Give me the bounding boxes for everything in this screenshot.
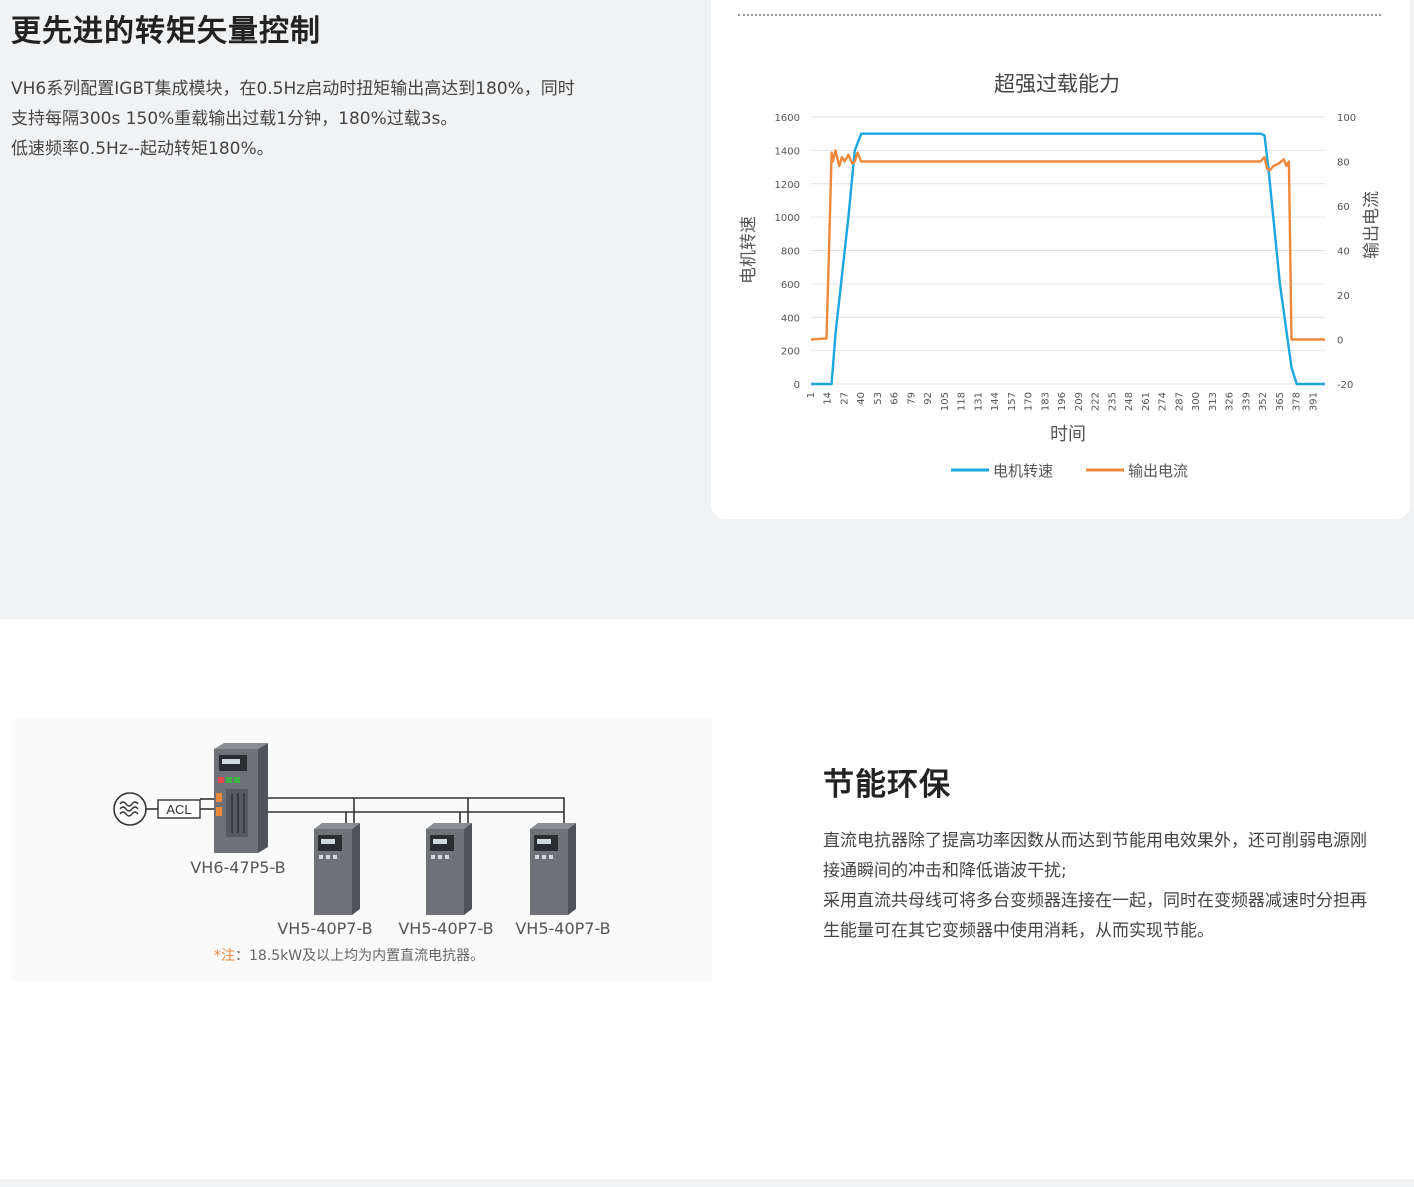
ac-source-icon: [113, 792, 147, 826]
x-tick-label: 53: [873, 392, 884, 405]
y-tick-label-right: 0: [1337, 336, 1343, 347]
vh5-drive-icon: [314, 823, 360, 915]
x-tick-label: 183: [1040, 392, 1051, 411]
x-tick-label: 235: [1107, 392, 1118, 411]
y-axis-label-right: 输出电流: [1362, 191, 1382, 259]
chart-card: 超强过载能力 0 200 400 600 800 1000 1200 1400 1600 -20 0 2…: [711, 0, 1410, 519]
x-tick-label: 365: [1275, 392, 1286, 411]
description-line: 生能量可在其它变频器中使用消耗，从而实现节能。: [823, 921, 1214, 941]
x-tick-label: 131: [973, 392, 984, 411]
vh6-drive-icon: [214, 743, 268, 853]
x-tick-label: 66: [890, 392, 901, 405]
sub-model-label: VH5-40P7-B: [398, 919, 493, 938]
x-axis-label: 时间: [1050, 424, 1086, 445]
x-tick-label: 40: [856, 392, 867, 405]
y-tick-label-right: 100: [1337, 113, 1356, 124]
y-tick-label-right: 20: [1337, 291, 1350, 302]
description-line: 直流电抗器除了提高功率因数从而达到节能用电效果外，还可削弱电源刚: [823, 831, 1367, 851]
description-line: VH6系列配置IGBT集成模块，在0.5Hz启动时扭矩输出高达到180%，同时: [11, 79, 575, 99]
x-tick-label: 352: [1258, 392, 1269, 411]
main-model-label: VH6-47P5-B: [190, 858, 285, 877]
y-tick-label-right: 40: [1337, 247, 1350, 258]
x-tick-label: 313: [1208, 392, 1219, 411]
description-line: 支持每隔300s 150%重载输出过载1分钟，180%过载3s。: [11, 109, 458, 129]
series-line: [810, 149, 1325, 341]
note-text: ：18.5kW及以上均为内置直流电抗器。: [235, 947, 484, 964]
y-tick-label-left: 1600: [775, 113, 800, 124]
feature-section-energy: ACL VH6-47P5-B VH5-40P7-B VH5-40P7-B VH5…: [0, 619, 1414, 1179]
dc-bus-lines: [268, 797, 565, 827]
x-tick-label: 157: [1007, 392, 1018, 411]
legend-label: 电机转速: [993, 462, 1053, 480]
x-tick-label: 1: [806, 392, 817, 398]
y-tick-label-right: 60: [1337, 202, 1350, 213]
y-tick-label-left: 200: [781, 347, 800, 358]
y-tick-label-left: 1400: [775, 146, 800, 157]
x-tick-label: 274: [1158, 392, 1169, 411]
section-title: 更先进的转矩矢量控制: [11, 14, 321, 49]
description-line: 采用直流共母线可将多台变频器连接在一起，同时在变频器减速时分担再: [823, 891, 1367, 911]
x-tick-label: 248: [1124, 392, 1135, 411]
description-line: 接通瞬间的冲击和降低谐波干扰;: [823, 861, 1067, 881]
series-line: [811, 132, 1325, 386]
sub-model-label: VH5-40P7-B: [515, 919, 610, 938]
x-tick-label: 391: [1308, 392, 1319, 411]
y-axis-label-left: 电机转速: [739, 216, 759, 284]
x-tick-label: 196: [1057, 392, 1068, 411]
feature-section-torque: 更先进的转矩矢量控制 VH6系列配置IGBT集成模块，在0.5Hz启动时扭矩输出…: [0, 0, 1414, 619]
x-tick-label: 118: [957, 392, 968, 411]
x-tick-label: 105: [940, 392, 951, 411]
dc-bus-diagram-graphic: ACL VH6-47P5-B VH5-40P7-B VH5-40P7-B VH5…: [113, 743, 611, 964]
note-star: *注: [214, 948, 235, 964]
x-tick-label: 92: [923, 392, 934, 405]
y-tick-label-right: -20: [1337, 380, 1353, 391]
acl-label: ACL: [166, 802, 191, 817]
legend-label: 输出电流: [1128, 462, 1188, 480]
y-tick-label-left: 800: [781, 247, 800, 258]
x-tick-label: 14: [823, 392, 834, 405]
x-tick-label: 326: [1225, 392, 1236, 411]
y-tick-label-right: 80: [1337, 158, 1350, 169]
y-tick-label-left: 600: [781, 280, 800, 291]
y-tick-label-left: 400: [781, 313, 800, 324]
y-tick-label-left: 1200: [775, 180, 800, 191]
vh5-drive-icon: [530, 823, 576, 915]
vh5-drive-icon: [426, 823, 472, 915]
section-description: 直流电抗器除了提高功率因数从而达到节能用电效果外，还可削弱电源刚 接通瞬间的冲击…: [823, 826, 1408, 946]
x-tick-label: 209: [1074, 392, 1085, 411]
x-tick-label: 378: [1292, 392, 1303, 411]
x-tick-label: 261: [1141, 392, 1152, 411]
x-tick-label: 170: [1024, 392, 1035, 411]
section-title: 节能环保: [823, 767, 951, 803]
x-tick-label: 287: [1174, 392, 1185, 411]
x-tick-label: 339: [1241, 392, 1252, 411]
overload-chart: 超强过载能力 0 200 400 600 800 1000 1200 1400 1600 -20 0 2…: [739, 72, 1382, 480]
x-tick-label: 27: [839, 392, 850, 405]
x-tick-label: 222: [1091, 392, 1102, 411]
dc-bus-diagram: ACL VH6-47P5-B VH5-40P7-B VH5-40P7-B VH5…: [12, 719, 712, 981]
y-tick-label-left: 1000: [775, 213, 800, 224]
chart-title: 超强过载能力: [994, 72, 1120, 96]
page-footer-strip: [0, 1179, 1414, 1187]
sub-model-label: VH5-40P7-B: [277, 919, 372, 938]
y-tick-label-left: 0: [794, 380, 800, 391]
diagram-note: *注：18.5kW及以上均为内置直流电抗器。: [214, 947, 484, 964]
x-tick-label: 300: [1191, 392, 1202, 411]
x-tick-label: 144: [990, 392, 1001, 411]
x-tick-label: 79: [906, 392, 917, 405]
description-line: 低速频率0.5Hz--起动转矩180%。: [11, 139, 274, 159]
section-description: VH6系列配置IGBT集成模块，在0.5Hz启动时扭矩输出高达到180%，同时 …: [11, 74, 631, 164]
